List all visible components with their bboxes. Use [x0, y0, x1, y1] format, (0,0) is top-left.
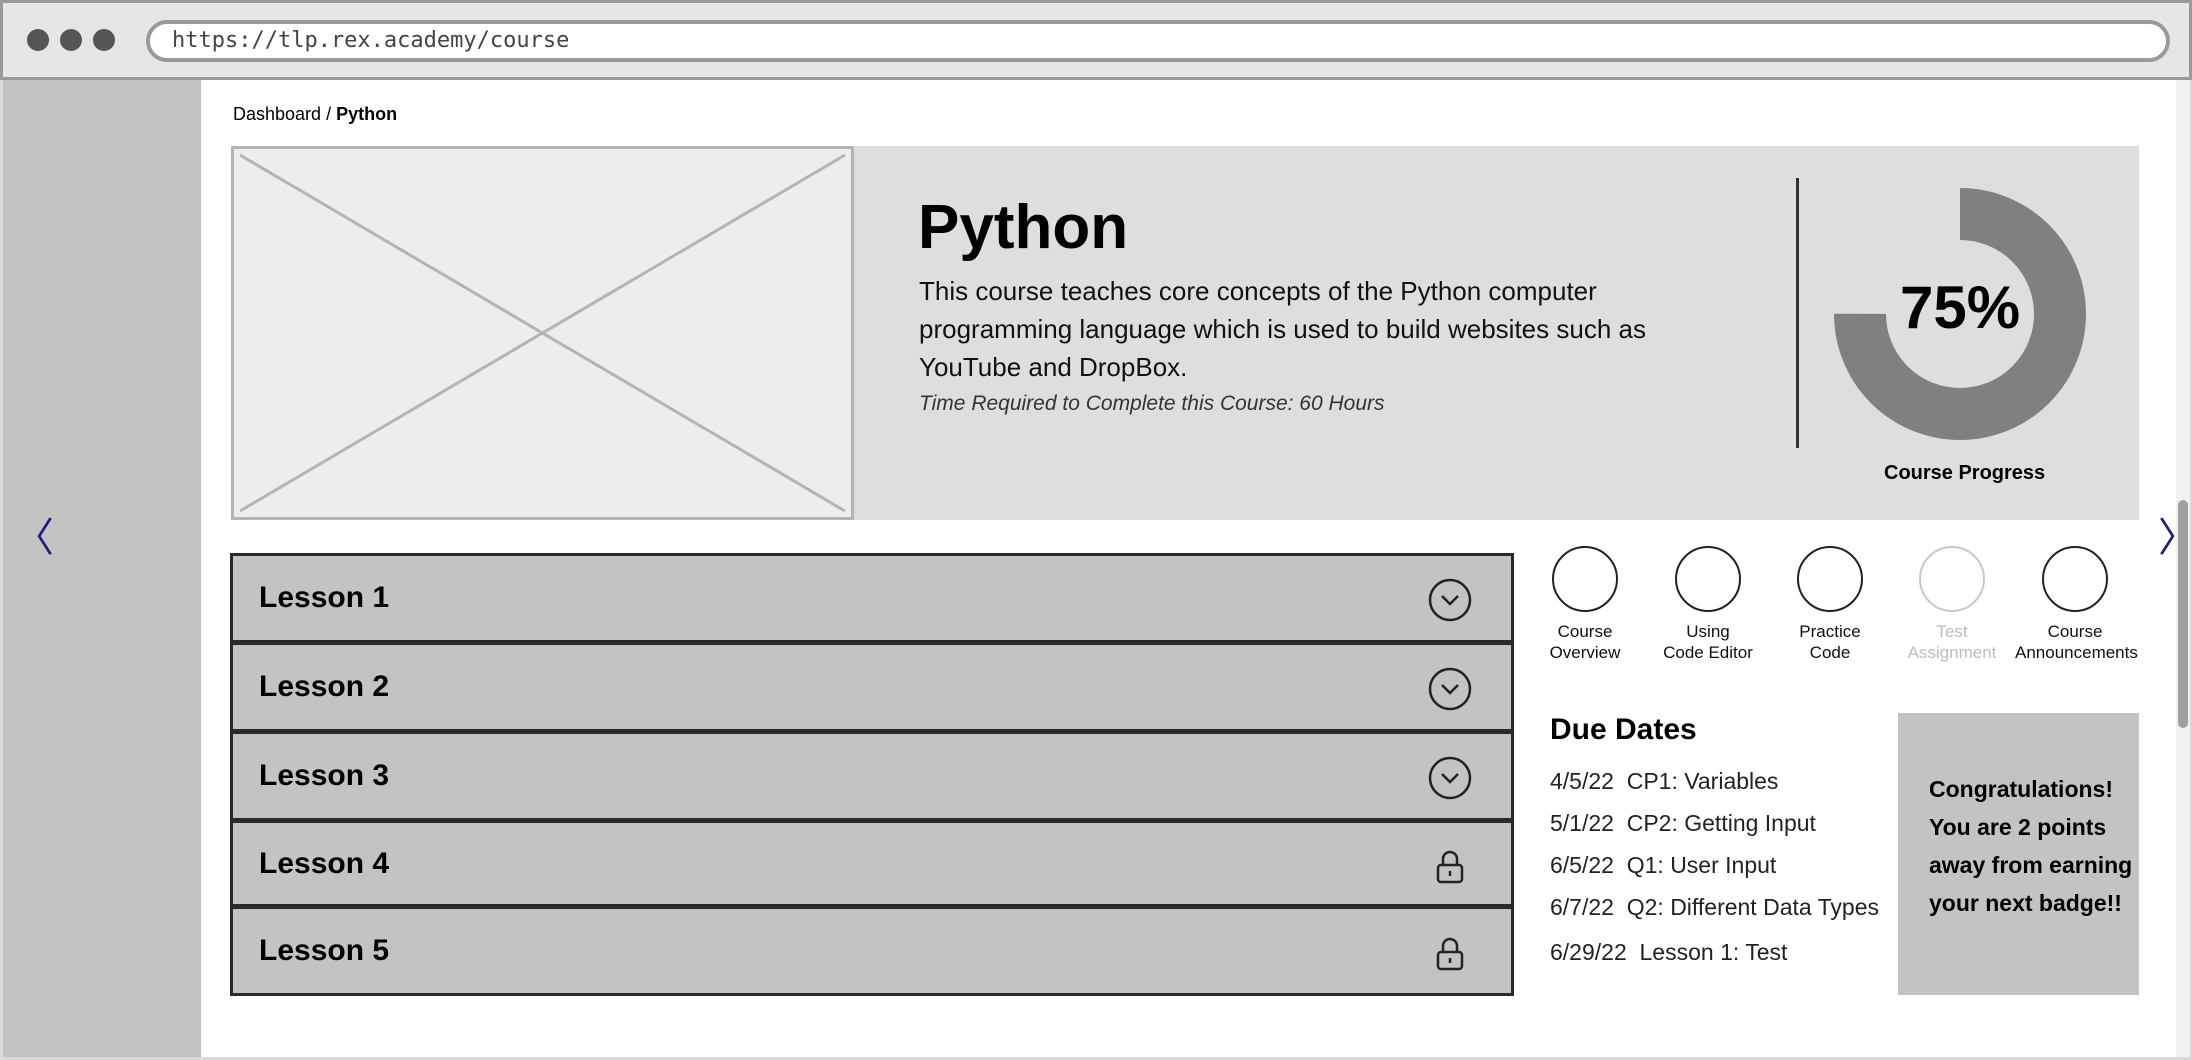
course-title: Python — [918, 193, 1129, 262]
browser-chrome: https://tlp.rex.academy/course — [0, 0, 2192, 80]
lesson-row[interactable]: Lesson 5 — [230, 906, 1514, 996]
congrats-line: You are 2 points — [1929, 814, 2107, 840]
quick-link-line: Assignment — [1907, 643, 1997, 662]
chevron-down-icon[interactable] — [1427, 755, 1473, 806]
lesson-row[interactable]: Lesson 2 — [230, 642, 1514, 732]
quick-link-icon[interactable] — [2042, 546, 2108, 612]
hero-divider — [1796, 178, 1799, 448]
progress-caption: Course Progress — [1884, 462, 2046, 484]
lesson-row[interactable]: Lesson 3 — [230, 731, 1514, 821]
due-date-item[interactable]: 4/5/22 CP1: Variables — [1550, 768, 1778, 795]
breadcrumb-current: Python — [336, 104, 398, 124]
address-bar[interactable]: https://tlp.rex.academy/course — [146, 20, 2170, 62]
window-minimize-dot[interactable] — [60, 29, 82, 51]
progress-percent: 75% — [1900, 274, 2021, 341]
quick-link[interactable]: Using Code Editor — [1648, 546, 1768, 663]
chevron-left-icon[interactable]: 〈 — [14, 505, 54, 563]
lesson-label: Lesson 2 — [259, 670, 390, 703]
due-date-item[interactable]: 6/5/22 Q1: User Input — [1550, 852, 1776, 879]
lock-icon[interactable] — [1427, 930, 1473, 981]
congrats-line: Congratulations! — [1929, 776, 2113, 802]
quick-link-line: Test — [1936, 622, 1968, 641]
quick-link-line: Course — [2047, 622, 2103, 641]
quick-link-line: Overview — [1549, 643, 1621, 662]
quick-link-icon[interactable] — [1797, 546, 1863, 612]
lesson-label: Lesson 4 — [259, 846, 390, 880]
quick-link-icon[interactable] — [1919, 546, 1985, 612]
due-dates-title: Due Dates — [1550, 713, 1697, 746]
quick-link-line: Using — [1686, 622, 1730, 641]
quick-link-line: Announcements — [2015, 643, 2138, 662]
due-date-item[interactable]: 6/29/22 Lesson 1: Test — [1550, 939, 1787, 966]
quick-link-label: Test Assignment — [1892, 621, 2012, 663]
lock-icon[interactable] — [1427, 843, 1473, 894]
window-close-dot[interactable] — [27, 29, 49, 51]
quick-link[interactable]: Course Announcements — [2015, 546, 2138, 663]
chevron-down-icon[interactable] — [1427, 666, 1473, 717]
quick-link-line: Course — [1557, 622, 1613, 641]
quick-link-line: Code Editor — [1663, 643, 1753, 662]
course-time-required: Time Required to Complete this Course: 6… — [919, 392, 1385, 415]
congrats-line: your next badge!! — [1929, 890, 2122, 916]
lesson-label: Lesson 3 — [259, 759, 390, 792]
quick-link-label: Practice Code — [1770, 621, 1890, 663]
quick-link-icon[interactable] — [1675, 546, 1741, 612]
congrats-line: away from earning — [1929, 852, 2133, 878]
lesson-row[interactable]: Lesson 1 — [230, 553, 1514, 643]
chevron-down-icon[interactable] — [1427, 577, 1473, 628]
quick-link-line: Code — [1809, 643, 1851, 662]
quick-link-line: Practice — [1799, 622, 1861, 641]
due-date-item[interactable]: 6/7/22 Q2: Different Data Types — [1550, 894, 1879, 921]
breadcrumb: Dashboard / Python — [233, 104, 397, 125]
lesson-row[interactable]: Lesson 4 — [230, 820, 1514, 907]
window-maximize-dot[interactable] — [93, 29, 115, 51]
due-date-item[interactable]: 5/1/22 CP2: Getting Input — [1550, 810, 1816, 837]
quick-link-label: Course Overview — [1525, 621, 1645, 663]
lesson-label: Lesson 1 — [259, 581, 390, 614]
breadcrumb-separator: / — [326, 104, 332, 124]
quick-link[interactable]: Course Overview — [1525, 546, 1645, 663]
lesson-label: Lesson 5 — [259, 934, 390, 967]
sidebar — [3, 80, 201, 1057]
course-description: This course teaches core concepts of the… — [919, 276, 1646, 382]
badge-congrats-panel: Congratulations! You are 2 points away f… — [1898, 713, 2139, 995]
quick-link-icon[interactable] — [1552, 546, 1618, 612]
image-placeholder-icon — [239, 153, 846, 513]
quick-link-label: Course Announcements — [2015, 621, 2138, 663]
course-image-placeholder — [231, 146, 854, 520]
quick-link-label: Using Code Editor — [1648, 621, 1768, 663]
chevron-right-icon[interactable]: 〉 — [2158, 505, 2192, 563]
quick-link[interactable]: Practice Code — [1770, 546, 1890, 663]
breadcrumb-dashboard-link[interactable]: Dashboard — [233, 104, 321, 124]
quick-link[interactable]: Test Assignment — [1892, 546, 2012, 663]
